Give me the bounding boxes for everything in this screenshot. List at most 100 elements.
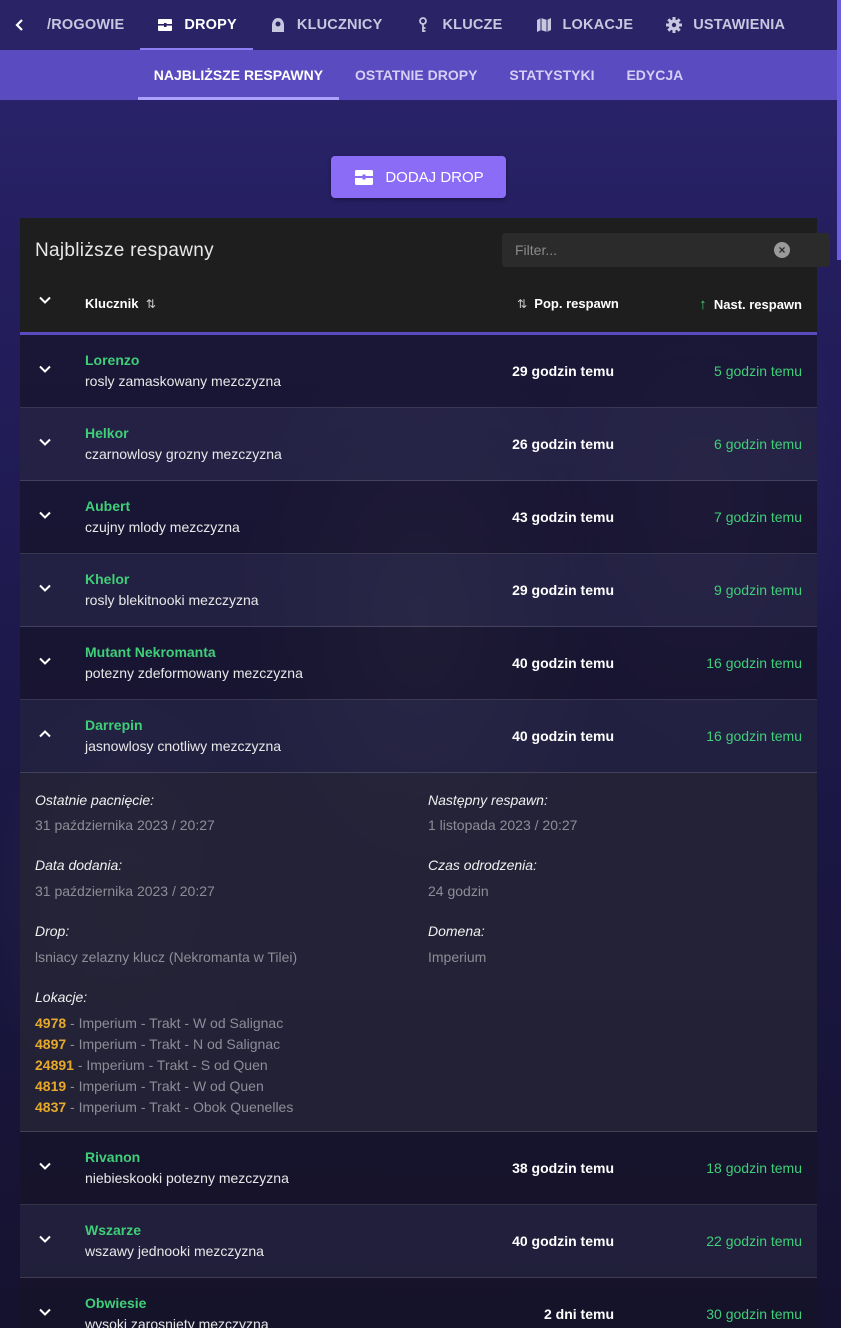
subtab-label: STATYSTYKI — [509, 67, 595, 83]
scroll-left-button[interactable] — [0, 0, 40, 50]
previous-respawn: 38 godzin temu — [512, 1160, 614, 1176]
location-id[interactable]: 24891 — [35, 1057, 74, 1073]
table-row[interactable]: Khelor rosly blekitnooki mezczyzna 29 go… — [20, 554, 817, 627]
chevron-down-icon[interactable] — [37, 507, 53, 523]
next-respawn: 22 godzin temu — [706, 1233, 802, 1249]
location-id[interactable]: 4819 — [35, 1078, 66, 1094]
column-klucznik[interactable]: Klucznik ⇅ — [85, 296, 156, 311]
tab-lokacje[interactable]: LOKACJE — [519, 0, 650, 50]
column-pop-respawn[interactable]: ⇅ Pop. respawn — [517, 296, 619, 311]
location-id[interactable]: 4978 — [35, 1015, 66, 1031]
map-icon — [536, 18, 551, 32]
table-row[interactable]: Helkor czarnowlosy grozny mezczyzna 26 g… — [20, 408, 817, 481]
klucznik-description: wszawy jednooki mezczyzna — [85, 1243, 264, 1259]
table-row[interactable]: Wszarze wszawy jednooki mezczyzna 40 god… — [20, 1205, 817, 1278]
klucznik-description: czarnowlosy grozny mezczyzna — [85, 446, 282, 462]
location-text: - Imperium - Trakt - N od Salignac — [66, 1036, 281, 1052]
next-respawn: 7 godzin temu — [714, 509, 802, 525]
last-kill-label: Ostatnie pacnięcie: — [35, 792, 155, 808]
subtab-najblizsze-respawny[interactable]: NAJBLIŻSZE RESPAWNY — [137, 50, 340, 100]
location-text: - Imperium - Trakt - W od Quen — [66, 1078, 264, 1094]
klucznik-name: Khelor — [85, 571, 130, 587]
chevron-down-icon[interactable] — [37, 1231, 53, 1247]
next-respawn-value: 1 listopada 2023 / 20:27 — [428, 817, 578, 833]
location-item: 4978 - Imperium - Trakt - W od Salignac — [35, 1015, 283, 1031]
next-respawn: 9 godzin temu — [714, 582, 802, 598]
location-item: 4819 - Imperium - Trakt - W od Quen — [35, 1078, 264, 1094]
klucznik-description: potezny zdeformowany mezczyzna — [85, 665, 303, 681]
table-row[interactable]: Lorenzo rosly zamaskowany mezczyzna 29 g… — [20, 335, 817, 408]
klucznik-description: czujny mlody mezczyzna — [85, 519, 240, 535]
chevron-down-icon[interactable] — [37, 1304, 53, 1320]
previous-respawn: 29 godzin temu — [512, 582, 614, 598]
location-item: 24891 - Imperium - Trakt - S od Quen — [35, 1057, 268, 1073]
clear-filter-icon[interactable]: × — [774, 242, 790, 258]
scrollbar-thumb[interactable] — [837, 0, 841, 260]
klucznik-description: rosly zamaskowany mezczyzna — [85, 373, 282, 389]
chevron-down-icon[interactable] — [37, 580, 53, 596]
column-label: Pop. respawn — [534, 296, 619, 311]
location-id[interactable]: 4897 — [35, 1036, 66, 1052]
klucznik-name: Darrepin — [85, 717, 143, 733]
location-text: - Imperium - Trakt - S od Quen — [73, 1057, 268, 1073]
klucznik-name: Wszarze — [85, 1222, 142, 1238]
respawn-time-value: 24 godzin — [428, 883, 489, 899]
table-row[interactable]: Mutant Nekromanta potezny zdeformowany m… — [20, 627, 817, 700]
locations-label: Lokacje: — [35, 989, 88, 1005]
location-item: 4897 - Imperium - Trakt - N od Salignac — [35, 1036, 280, 1052]
previous-respawn: 43 godzin temu — [512, 509, 614, 525]
tab-klucznicy[interactable]: KLUCZNICY — [253, 0, 399, 50]
next-respawn: 30 godzin temu — [706, 1306, 802, 1322]
chevron-down-icon[interactable] — [37, 361, 53, 377]
table-row[interactable]: Obwiesie wysoki zarosniety mezczyzna 2 d… — [20, 1278, 817, 1328]
subtab-statystyki[interactable]: STATYSTYKI — [493, 50, 610, 100]
filter-field[interactable]: × — [502, 233, 830, 267]
table-row[interactable]: Rivanon niebieskooki potezny mezczyzna 3… — [20, 1132, 817, 1205]
drop-label: Drop: — [35, 923, 70, 939]
tab-label: LOKACJE — [562, 17, 634, 33]
chevron-down-icon[interactable] — [37, 434, 53, 450]
drop-value: lsniacy zelazny klucz (Nekromanta w Tile… — [35, 949, 298, 965]
previous-respawn: 2 dni temu — [543, 1306, 614, 1322]
table-row[interactable]: Aubert czujny mlody mezczyzna 43 godzin … — [20, 481, 817, 554]
klucznik-name: Mutant Nekromanta — [85, 644, 216, 660]
subtab-label: NAJBLIŻSZE RESPAWNY — [153, 67, 324, 83]
tab-rogowie[interactable]: /ROGOWIE — [40, 0, 140, 50]
chevron-up-icon[interactable] — [37, 726, 53, 742]
next-respawn: 6 godzin temu — [714, 436, 802, 452]
next-respawn: 16 godzin temu — [706, 655, 802, 671]
treasure-chest-icon — [158, 19, 173, 31]
tab-klucze[interactable]: KLUCZE — [398, 0, 518, 50]
location-item: 4837 - Imperium - Trakt - Obok Quenelles — [35, 1099, 293, 1115]
tab-ustawienia[interactable]: USTAWIENIA — [649, 0, 801, 50]
added-date-value: 31 października 2023 / 20:27 — [35, 883, 215, 899]
klucznik-name: Helkor — [85, 425, 129, 441]
add-drop-label: DODAJ DROP — [385, 168, 484, 186]
subtab-ostatnie-dropy[interactable]: OSTATNIE DROPY — [339, 50, 493, 100]
sub-navigation: NAJBLIŻSZE RESPAWNY OSTATNIE DROPY STATY… — [0, 50, 837, 100]
next-respawn-label: Następny respawn: — [428, 792, 548, 808]
subtab-label: EDYCJA — [626, 67, 684, 83]
klucznik-name: Aubert — [85, 498, 131, 514]
klucznik-description: rosly blekitnooki mezczyzna — [85, 592, 259, 608]
tab-label: USTAWIENIA — [693, 17, 786, 33]
next-respawn: 18 godzin temu — [706, 1160, 802, 1176]
table-row-expanded[interactable]: Darrepin jasnowlosy cnotliwy mezczyzna 4… — [20, 700, 817, 773]
subtab-edycja[interactable]: EDYCJA — [610, 50, 699, 100]
chevron-down-icon[interactable] — [37, 1158, 53, 1174]
klucznik-description: jasnowlosy cnotliwy mezczyzna — [85, 738, 282, 754]
gear-icon — [666, 17, 683, 33]
location-id[interactable]: 4837 — [35, 1099, 66, 1115]
add-drop-button[interactable]: DODAJ DROP — [331, 156, 506, 198]
sort-icon: ⇅ — [517, 297, 528, 311]
klucznik-name: Obwiesie — [85, 1295, 147, 1311]
domain-value: Imperium — [428, 949, 487, 965]
tab-dropy[interactable]: DROPY — [140, 0, 253, 50]
klucznik-description: niebieskooki potezny mezczyzna — [85, 1170, 289, 1186]
chevron-down-icon[interactable] — [37, 653, 53, 669]
hooded-figure-icon — [271, 18, 284, 32]
expand-all-chevron-icon[interactable] — [37, 292, 53, 308]
column-nast-respawn[interactable]: ↑ Nast. respawn — [699, 296, 802, 313]
row-details-panel: Ostatnie pacnięcie: 31 października 2023… — [20, 773, 817, 1132]
previous-respawn: 29 godzin temu — [512, 363, 614, 379]
